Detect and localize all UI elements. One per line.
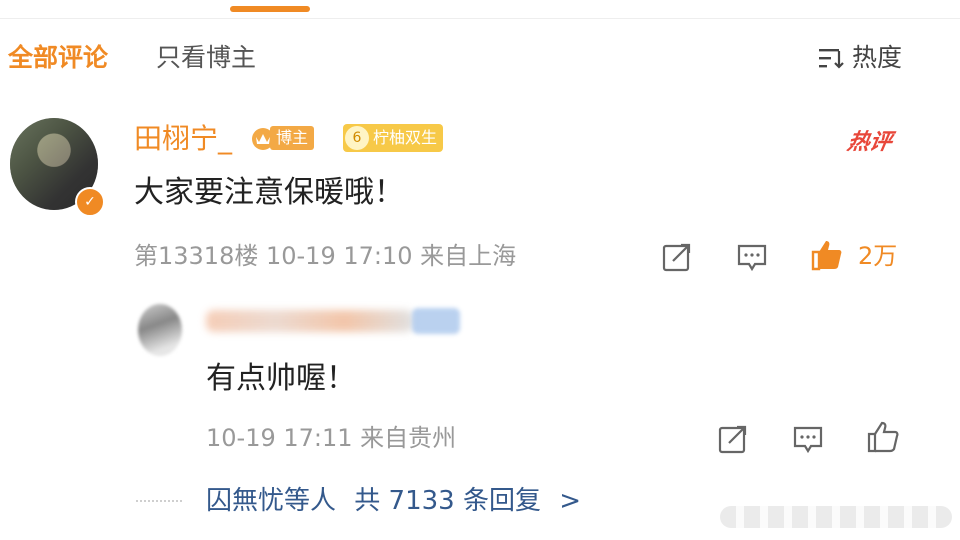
reply-text: 有点帅喔！ — [206, 361, 356, 396]
reply-icon[interactable] — [735, 240, 769, 274]
like-count: 2万 — [858, 242, 898, 270]
more-replies-divider — [136, 500, 182, 502]
comment-meta: 第13318楼 10-19 17:10 来自上海 — [134, 242, 517, 270]
fan-level-icon: 6 — [345, 126, 369, 150]
tab-all-comments[interactable]: 全部评论 — [8, 42, 108, 74]
verified-icon: ✓ — [75, 187, 105, 217]
fan-badge[interactable]: 6 柠柚双生 — [343, 124, 444, 152]
comment-text: 大家要注意保暖哦！ — [134, 175, 404, 210]
sort-button[interactable]: 热度 — [818, 42, 902, 74]
tab-blogger-only[interactable]: 只看博主 — [156, 42, 256, 74]
top-tab-indicator — [230, 6, 310, 12]
blogger-badge-label: 博主 — [270, 126, 315, 150]
more-replies-prefix: 囚無忧等人 — [206, 486, 337, 516]
fan-badge-label: 柠柚双生 — [373, 128, 438, 147]
watermark — [720, 506, 952, 528]
reply-share-icon[interactable] — [716, 422, 750, 456]
share-icon[interactable] — [660, 240, 694, 274]
sort-icon — [818, 49, 844, 69]
chevron-right-icon: > — [559, 486, 582, 516]
blogger-badge: 博主 — [250, 124, 315, 152]
reply-comment-icon[interactable] — [791, 422, 825, 456]
comment-username[interactable]: 田栩宁_ — [134, 121, 232, 157]
hot-comment-badge: 热评 — [845, 130, 894, 155]
reply-avatar[interactable] — [138, 304, 182, 356]
more-replies-count: 共 7133 条回复 — [354, 486, 541, 516]
like-icon[interactable] — [810, 238, 844, 272]
sort-label: 热度 — [851, 43, 902, 72]
reply-username-blurred[interactable] — [206, 310, 414, 332]
top-divider — [0, 18, 960, 19]
reply-like-icon[interactable] — [866, 420, 900, 454]
more-replies-link[interactable]: 囚無忧等人 共 7133 条回复 > — [206, 484, 581, 518]
reply-badge-blurred — [412, 308, 460, 334]
reply-meta: 10-19 17:11 来自贵州 — [206, 424, 457, 452]
